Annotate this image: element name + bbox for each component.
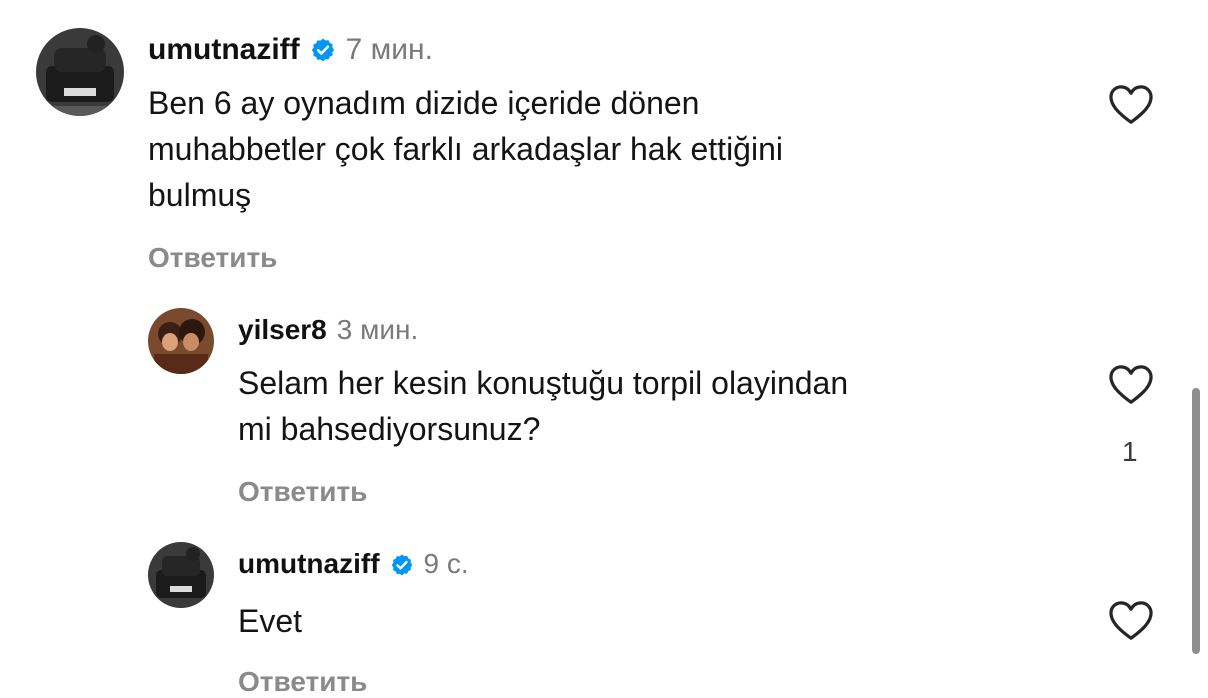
avatar[interactable] (148, 308, 214, 374)
comment-text: Ben 6 ay oynadım dizide içeride dönen mu… (148, 80, 1048, 218)
timestamp: 9 с. (423, 548, 469, 579)
timestamp: 7 мин. (345, 33, 433, 66)
comment-text-line: Ben 6 ay oynadım dizide içeride dönen (148, 85, 700, 121)
avatar-image (148, 542, 214, 608)
comment-text-line: bulmuş (148, 177, 252, 213)
heart-outline-icon[interactable] (1108, 600, 1154, 642)
comment-meta: umutnaziff 7 мин. (148, 30, 433, 70)
comment-text: Evet (238, 598, 1058, 644)
avatar[interactable] (148, 542, 214, 608)
comment-umutnaziff-1: umutnaziff 7 мин. Ben 6 ay oynadım dizid… (0, 0, 1208, 300)
comment-umutnaziff-2: umutnaziff 9 с. Evet Ответить (0, 530, 1208, 697)
heart-outline-icon[interactable] (1108, 364, 1154, 406)
avatar-image (36, 28, 124, 116)
comment-text-line: Evet (238, 603, 303, 639)
comment-text-line: muhabbetler çok farklı arkadaşlar hak et… (148, 131, 783, 167)
timestamp: 3 мин. (336, 314, 419, 345)
scrollbar[interactable] (1192, 388, 1200, 654)
verified-badge-icon (390, 552, 414, 576)
comment-yilser8: yilser8 3 мин. Selam her kesin konuştuğu… (0, 300, 1208, 530)
username[interactable]: yilser8 (238, 314, 327, 346)
verified-badge-icon (310, 37, 336, 63)
heart-outline-icon[interactable] (1108, 84, 1154, 126)
reply-button[interactable]: Ответить (238, 666, 367, 698)
username[interactable]: umutnaziff (238, 548, 380, 580)
comment-meta: umutnaziff 9 с. (238, 546, 469, 582)
like-count[interactable]: 1 (1122, 436, 1138, 468)
avatar[interactable] (36, 28, 124, 116)
username[interactable]: umutnaziff (148, 33, 300, 67)
reply-button[interactable]: Ответить (238, 476, 367, 508)
comment-text-line: mi bahsediyorsunuz? (238, 411, 541, 447)
avatar-image (148, 308, 214, 374)
comment-text: Selam her kesin konuştuğu torpil olayind… (238, 360, 1058, 452)
comment-meta: yilser8 3 мин. (238, 312, 418, 348)
comment-text-line: Selam her kesin konuştuğu torpil olayind… (238, 365, 849, 401)
reply-button[interactable]: Ответить (148, 242, 277, 274)
